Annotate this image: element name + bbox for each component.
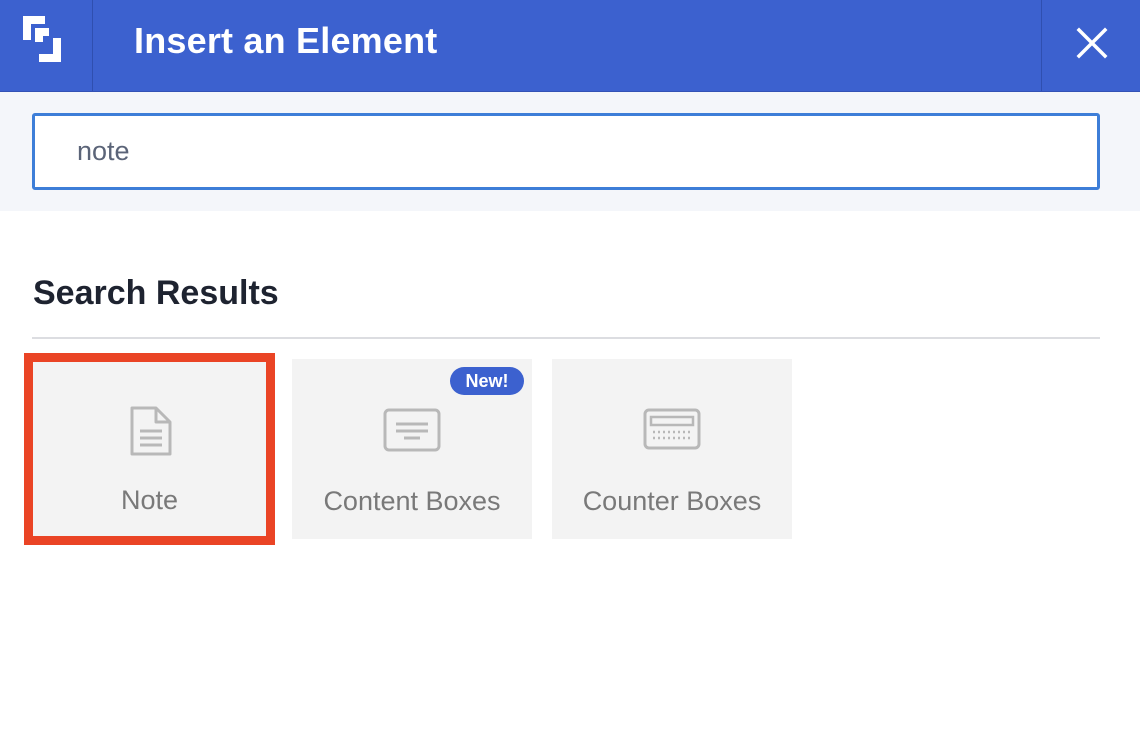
section-divider (32, 337, 1100, 339)
dialog-title: Insert an Element (134, 20, 438, 61)
element-card-label: Note (120, 485, 179, 515)
logo (0, 0, 93, 91)
counter-box-icon (643, 408, 701, 450)
content-box-icon (383, 408, 441, 452)
search-input[interactable] (32, 113, 1100, 190)
dialog-header: Insert an Element (0, 0, 1140, 92)
element-card-counter-boxes[interactable]: Counter Boxes (552, 359, 792, 539)
document-icon (130, 406, 172, 456)
close-icon[interactable] (1076, 27, 1108, 59)
close-button[interactable] (1041, 0, 1140, 91)
section-title: Search Results (33, 274, 279, 312)
search-area (0, 92, 1140, 211)
new-badge: New! (450, 367, 524, 395)
element-card-label: Content Boxes (323, 486, 501, 516)
element-card-note[interactable]: Note (24, 353, 275, 545)
element-card-label: Counter Boxes (582, 486, 762, 516)
brand-logo-icon (23, 16, 61, 62)
